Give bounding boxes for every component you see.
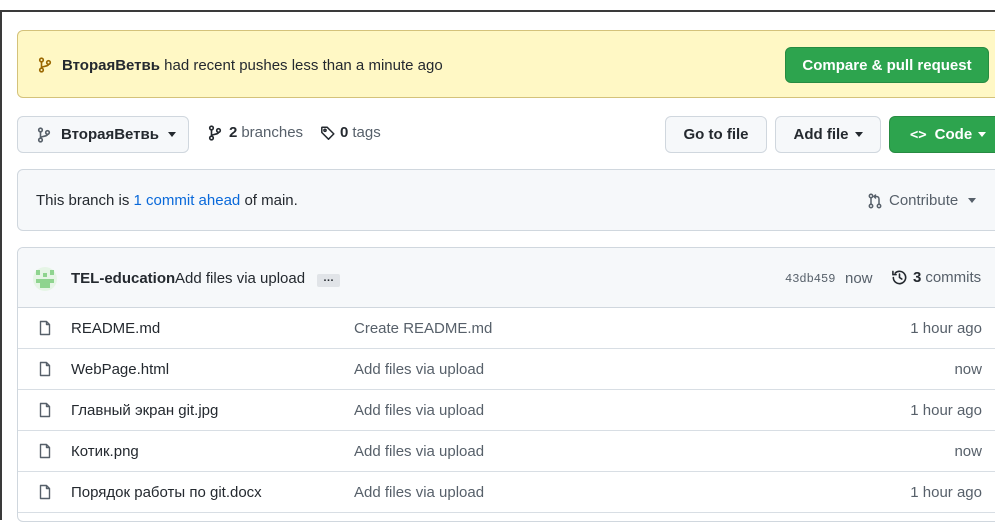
file-commit-age: 1 hour ago [910, 484, 982, 501]
tags-count: 0 [340, 124, 349, 141]
add-file-button[interactable]: Add file [775, 116, 881, 153]
git-pull-request-icon [867, 193, 883, 209]
add-file-label: Add file [793, 126, 849, 143]
recent-pushes-branch[interactable]: ВтораяВетвь [62, 57, 160, 74]
compare-pull-request-button[interactable]: Compare & pull request [785, 47, 989, 83]
file-commit-message-link[interactable]: Create README.md [354, 320, 492, 337]
recent-pushes-banner: ВтораяВетвь had recent pushes less than … [17, 30, 995, 98]
window-frame-top [0, 10, 995, 12]
go-to-file-button[interactable]: Go to file [665, 116, 767, 153]
file-commit-message-link[interactable]: Add files via upload [354, 484, 484, 501]
chevron-down-icon [978, 132, 987, 137]
file-row[interactable]: Порядок работы по git.docx Add files via … [18, 472, 995, 513]
file-name-link[interactable]: README.md [71, 320, 160, 337]
file-row[interactable]: README.md Create README.md 1 hour ago [18, 308, 995, 349]
code-icon: <> [909, 126, 927, 143]
recent-pushes-message: had recent pushes less than a minute ago [164, 57, 443, 74]
code-button-label: Code [934, 126, 973, 143]
branch-ahead-text: This branch is 1 commit ahead of main. [36, 192, 298, 209]
contribute-dropdown[interactable]: Contribute [867, 192, 977, 209]
commits-count: 3 [913, 269, 922, 286]
tag-icon [320, 125, 336, 141]
branch-ahead-box: This branch is 1 commit ahead of main. C… [17, 169, 995, 231]
contribute-label: Contribute [889, 192, 959, 209]
branch-select-label: ВтораяВетвь [61, 126, 159, 143]
file-commit-age: now [954, 361, 982, 378]
file-commit-age: now [954, 443, 982, 460]
tags-link[interactable]: 0 tags [320, 124, 381, 141]
chevron-down-icon [854, 132, 863, 137]
git-branch-icon [37, 57, 53, 73]
chevron-down-icon [968, 198, 977, 203]
file-commit-age: 1 hour ago [910, 320, 982, 337]
file-icon [37, 361, 53, 377]
file-name-link[interactable]: Порядок работы по git.docx [71, 484, 262, 501]
branch-ahead-suffix: of main. [244, 192, 298, 209]
file-commit-age: 1 hour ago [910, 402, 982, 419]
file-icon [37, 320, 53, 336]
git-branch-icon [207, 124, 223, 141]
file-icon [37, 443, 53, 459]
file-name-link[interactable]: WebPage.html [71, 361, 169, 378]
window-frame-left [0, 10, 2, 520]
branches-label: branches [241, 124, 304, 141]
file-list: TEL-education Add files via upload … 43d… [17, 247, 995, 522]
commits-ahead-link[interactable]: 1 commit ahead [134, 192, 241, 209]
history-icon [891, 269, 908, 286]
chevron-down-icon [167, 132, 176, 137]
file-icon [37, 402, 53, 418]
branches-link[interactable]: 2 branches [207, 124, 303, 141]
recent-pushes-text: ВтораяВетвь had recent pushes less than … [62, 57, 443, 74]
git-branch-icon [36, 126, 52, 143]
tags-label: tags [352, 124, 381, 141]
file-commit-message-link[interactable]: Add files via upload [354, 402, 484, 419]
file-row[interactable]: Котик.png Add files via upload now [18, 431, 995, 472]
file-name-link[interactable]: Котик.png [71, 443, 139, 460]
branch-ahead-prefix: This branch is [36, 192, 130, 209]
file-name-link[interactable]: Главный экран git.jpg [71, 402, 218, 419]
commit-message[interactable]: Add files via upload [175, 270, 305, 287]
file-commit-message-link[interactable]: Add files via upload [354, 443, 484, 460]
commit-author[interactable]: TEL-education [71, 270, 175, 287]
file-row[interactable]: WebPage.html Add files via upload now [18, 349, 995, 390]
branch-select-button[interactable]: ВтораяВетвь [17, 116, 189, 153]
commit-time: now [845, 270, 873, 287]
code-button[interactable]: <> Code [889, 116, 995, 153]
commit-hash[interactable]: 43db459 [785, 272, 835, 286]
latest-commit-row: TEL-education Add files via upload … 43d… [18, 248, 995, 308]
file-commit-message-link[interactable]: Add files via upload [354, 361, 484, 378]
commits-label: commits [925, 269, 982, 286]
branches-count: 2 [229, 124, 238, 141]
commit-history-link[interactable]: 3 commits [891, 269, 981, 286]
file-row[interactable]: Главный экран git.jpg Add files via uploa… [18, 390, 995, 431]
avatar[interactable] [33, 267, 57, 291]
file-icon [37, 484, 53, 500]
commit-expand-button[interactable]: … [317, 273, 340, 287]
